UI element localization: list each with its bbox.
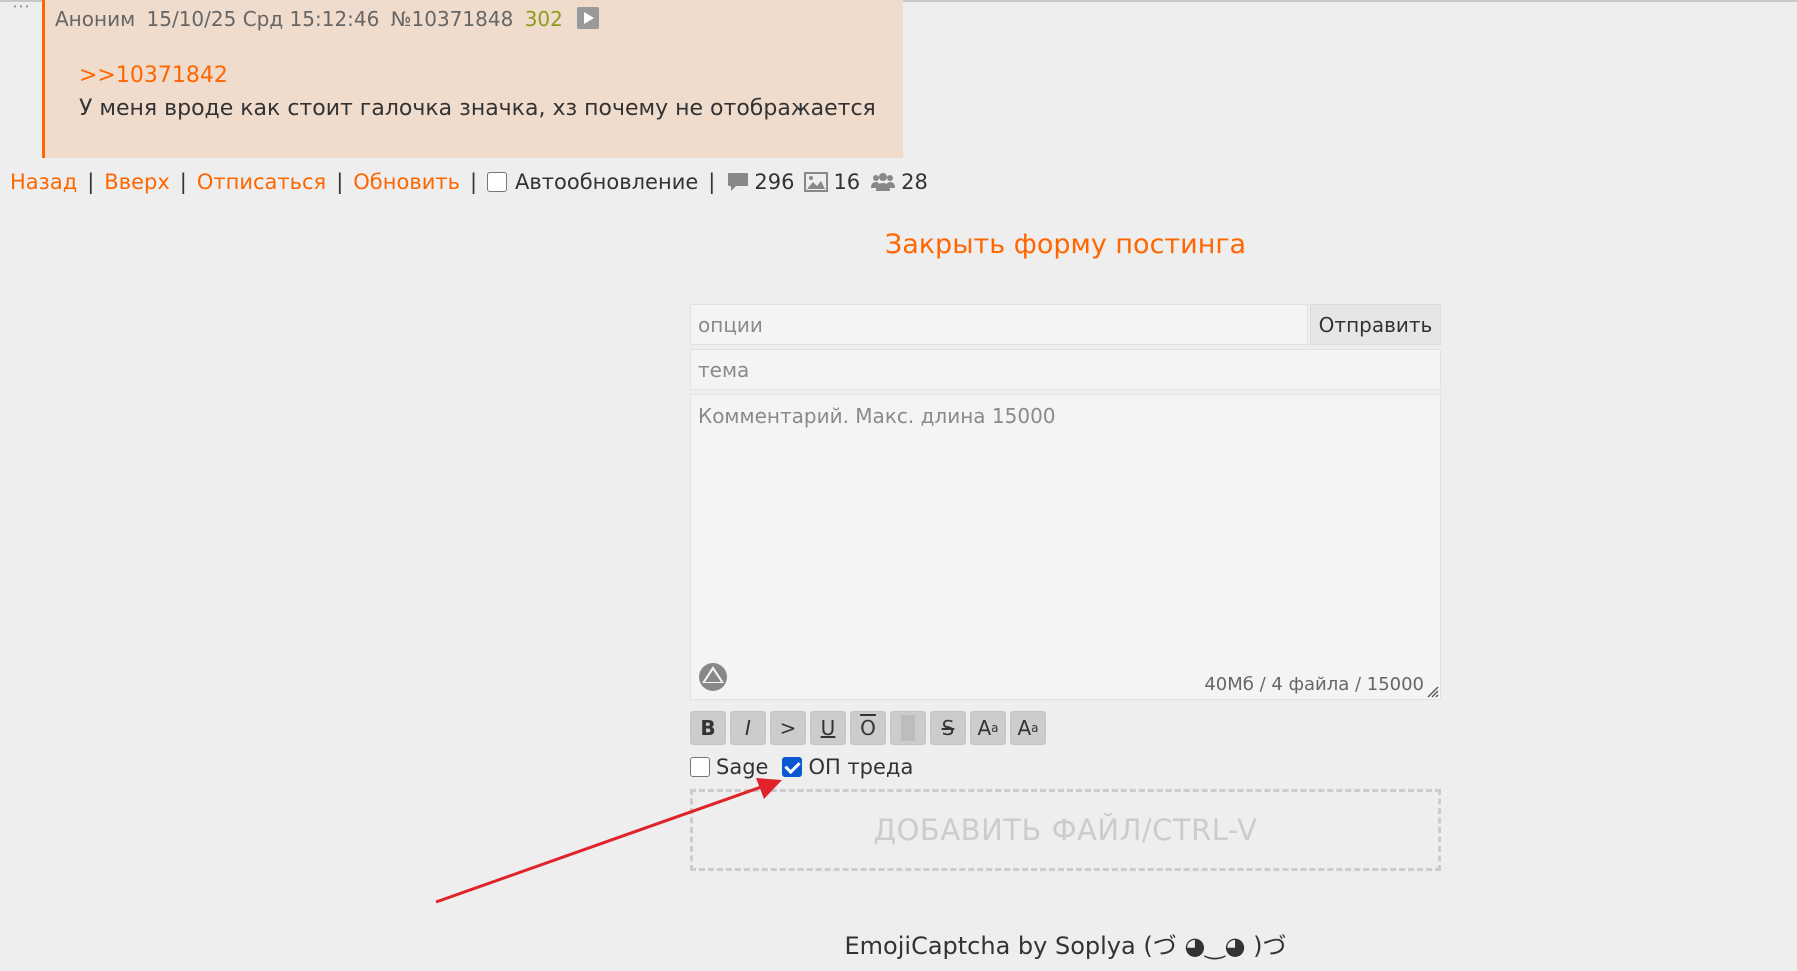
post-reply-link[interactable]: >>10371842 (79, 63, 228, 88)
posters-count: 28 (901, 170, 928, 194)
sage-label: Sage (716, 755, 769, 779)
thread-nav: Назад | Вверх | Отписаться | Обновить | … (10, 170, 936, 194)
captcha-title: EmojiCaptcha by Soplya (づ ◕‿◕ )づ (844, 932, 1287, 960)
post-datetime: 15/10/25 Срд 15:12:46 (146, 7, 380, 31)
sup-base: A (977, 716, 992, 740)
file-drop-zone[interactable]: ДОБАВИТЬ ФАЙЛ/CTRL-V (690, 789, 1441, 871)
nav-up-link[interactable]: Вверх (104, 170, 169, 194)
nav-separator: | (179, 170, 187, 194)
post-number[interactable]: №10371848 (391, 7, 514, 31)
limits-info: 40Мб / 4 файла / 15000 (1204, 674, 1424, 695)
nav-separator: | (87, 170, 95, 194)
options-input[interactable] (690, 304, 1308, 345)
comment-area: 40Мб / 4 файла / 15000 (690, 394, 1441, 700)
nav-separator: | (469, 170, 478, 194)
op-checkbox[interactable] (782, 757, 803, 777)
markup-overline-button[interactable]: O (850, 711, 886, 745)
images-count-icon (804, 172, 829, 192)
post-author: Аноним (55, 7, 136, 31)
autorefresh-checkbox[interactable] (487, 172, 508, 192)
markup-strike-button[interactable]: S (930, 711, 966, 745)
sup-mark: a (991, 721, 999, 735)
markup-spoiler-button[interactable] (890, 711, 926, 745)
submit-button[interactable]: Отправить (1310, 304, 1441, 345)
play-icon[interactable] (577, 7, 600, 29)
posters-count-icon (871, 173, 896, 191)
op-label: ОП треда (808, 755, 914, 779)
post-text: У меня вроде как стоит галочка значка, х… (79, 96, 876, 121)
markup-toolbar: B I > U O S Aa Aa (690, 711, 1046, 745)
markup-sub-button[interactable]: Aa (1010, 711, 1046, 745)
nav-back-link[interactable]: Назад (10, 170, 77, 194)
sub-mark: a (1031, 721, 1039, 735)
markup-sup-button[interactable]: Aa (970, 711, 1006, 745)
post: Аноним 15/10/25 Срд 15:12:46 №10371848 3… (42, 0, 903, 158)
images-count: 16 (833, 170, 861, 194)
post-menu-icon[interactable]: ⋯ (12, 0, 31, 16)
markup-bold-button[interactable]: B (690, 711, 726, 745)
nav-separator: | (708, 170, 716, 194)
spoiler-icon (901, 715, 915, 741)
posts-count-icon (728, 173, 749, 191)
resize-handle-icon[interactable] (1425, 684, 1439, 698)
nav-refresh-link[interactable]: Обновить (353, 170, 460, 194)
comment-textarea[interactable] (691, 395, 1440, 699)
nav-unsubscribe-link[interactable]: Отписаться (197, 170, 326, 194)
post-header: Аноним 15/10/25 Срд 15:12:46 №10371848 3… (55, 7, 604, 31)
close-posting-form-link[interactable]: Закрыть форму постинга (690, 229, 1441, 260)
markup-italic-button[interactable]: I (730, 711, 766, 745)
subject-input[interactable] (690, 349, 1441, 390)
markup-quote-button[interactable]: > (770, 711, 806, 745)
post-reply-count[interactable]: 302 (525, 7, 563, 31)
nav-separator: | (336, 170, 344, 194)
autorefresh-label: Автообновление (515, 170, 699, 194)
markup-underline-button[interactable]: U (810, 711, 846, 745)
post-options-row: Sage ОП треда (690, 755, 927, 779)
posts-count: 296 (754, 170, 795, 194)
sticker-icon[interactable] (697, 661, 729, 693)
sage-checkbox[interactable] (690, 757, 710, 777)
sub-base: A (1017, 716, 1032, 740)
